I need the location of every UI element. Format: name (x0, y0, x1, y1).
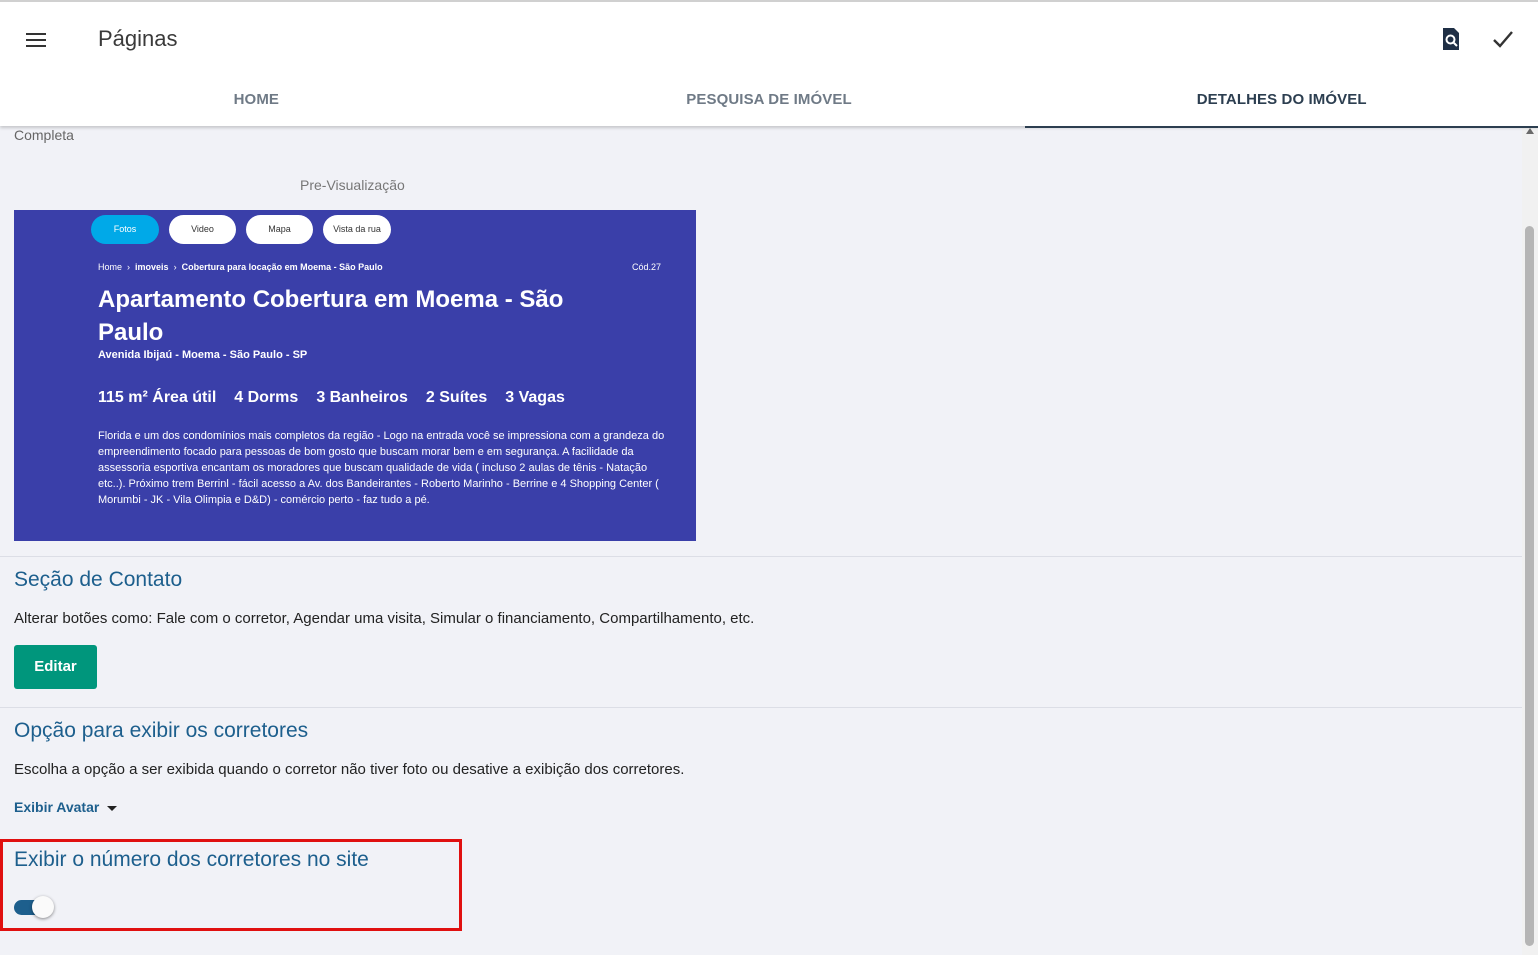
edit-contact-button[interactable]: Editar (14, 645, 97, 689)
broker-number-section-title: Exibir o número dos corretores no site (14, 848, 369, 871)
breadcrumb-separator: › (173, 262, 177, 272)
scrollbar-thumb[interactable] (1525, 226, 1534, 946)
tab-home[interactable]: HOME (0, 72, 513, 128)
property-code: Cód.27 (632, 262, 662, 272)
tab-detalhes-do-imovel[interactable]: DETALHES DO IMÓVEL (1025, 72, 1538, 128)
breadcrumb-separator: › (127, 262, 131, 272)
pill-mapa: Mapa (246, 215, 313, 244)
chevron-down-icon (107, 805, 118, 811)
pill-vista-da-rua: Vista da rua (323, 215, 391, 244)
preview-label: Pre-Visualização (300, 177, 405, 193)
preview-breadcrumb: Home › imoveis › Cobertura para locação … (98, 262, 383, 272)
check-icon[interactable] (1490, 26, 1516, 52)
tab-pesquisa-de-imovel[interactable]: PESQUISA DE IMÓVEL (513, 72, 1026, 128)
vertical-scrollbar[interactable] (1522, 126, 1538, 955)
feature-area: 115 m² Área útil (98, 389, 217, 406)
brokers-section-title: Opção para exibir os corretores (14, 719, 309, 742)
feature-suites: 2 Suítes (425, 389, 488, 406)
section-divider (0, 707, 1522, 708)
property-description: Florida e um dos condomínios mais comple… (98, 430, 665, 506)
page-tabs: HOME PESQUISA DE IMÓVEL DETALHES DO IMÓV… (0, 72, 1538, 128)
breadcrumb-imoveis: imoveis (135, 262, 169, 272)
app-header: Páginas HOME PESQUISA DE IMÓVEL DETALHES… (0, 0, 1538, 128)
layout-option-label: Completa (14, 127, 74, 143)
feature-vagas: 3 Vagas (505, 389, 565, 406)
broker-number-toggle[interactable] (14, 896, 54, 920)
broker-display-selected: Exibir Avatar (14, 799, 100, 815)
pill-video: Video (169, 215, 236, 244)
property-title: Apartamento Cobertura em Moema - São Pau… (98, 286, 564, 346)
page-title: Páginas (98, 26, 178, 51)
broker-display-select[interactable]: Exibir Avatar (14, 799, 118, 815)
pill-fotos: Fotos (91, 215, 159, 244)
main-content: Completa Pre-Visualização Fotos Video Ma… (0, 126, 1522, 955)
brokers-section-description: Escolha a opção a ser exibida quando o c… (14, 761, 685, 778)
feature-banheiros: 3 Banheiros (316, 389, 408, 406)
contact-section-title: Seção de Contato (14, 568, 183, 591)
feature-dorms: 4 Dorms (234, 389, 299, 406)
hamburger-menu-icon[interactable] (24, 28, 48, 52)
contact-section-description: Alterar botões como: Fale com o corretor… (14, 610, 755, 627)
breadcrumb-current: Cobertura para locação em Moema - São Pa… (181, 262, 383, 272)
toggle-knob (32, 896, 54, 918)
scroll-up-arrow-icon[interactable] (1526, 128, 1534, 134)
section-divider (0, 556, 1522, 557)
breadcrumb-home: Home (98, 262, 123, 272)
property-address: Avenida Ibijaú - Moema - São Paulo - SP (98, 349, 308, 361)
search-document-icon[interactable] (1438, 26, 1464, 52)
property-features: 115 m² Área útil 4 Dorms 3 Banheiros 2 S… (98, 389, 565, 407)
property-preview: Fotos Video Mapa Vista da rua Home › imo… (14, 210, 696, 541)
